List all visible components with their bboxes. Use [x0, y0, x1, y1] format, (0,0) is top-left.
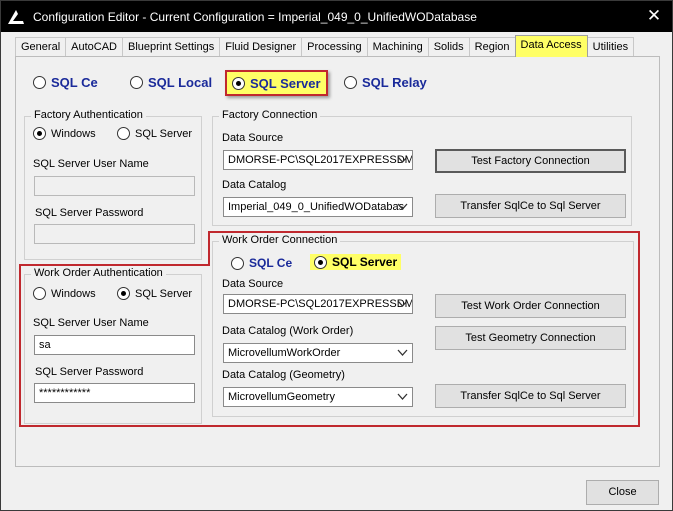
chevron-down-icon — [397, 156, 408, 163]
radio-label: Windows — [51, 127, 96, 140]
test-factory-connection-button[interactable]: Test Factory Connection — [435, 149, 626, 173]
tab-autocad[interactable]: AutoCAD — [65, 37, 123, 57]
factory-source-label: Data Source — [222, 132, 284, 144]
tab-blueprint-settings[interactable]: Blueprint Settings — [122, 37, 221, 57]
tab-machining[interactable]: Machining — [366, 37, 429, 57]
annotation-outline-step — [208, 231, 210, 266]
title-bar: Configuration Editor - Current Configura… — [1, 1, 672, 32]
factory-user-label: SQL Server User Name — [33, 158, 149, 170]
chevron-down-icon — [397, 203, 408, 210]
tab-fluid-designer[interactable]: Fluid Designer — [219, 37, 303, 57]
tab-solids[interactable]: Solids — [427, 37, 470, 57]
radio-sql-server[interactable]: SQL Server — [225, 70, 328, 96]
app-logo-icon — [8, 10, 24, 24]
factory-catalog-label: Data Catalog — [222, 179, 287, 191]
radio-label: SQL Ce — [51, 75, 98, 90]
annotation-outline-top — [208, 231, 640, 233]
radio-indicator — [117, 127, 130, 140]
factory-auth-sqlserver-radio[interactable]: SQL Server — [117, 127, 192, 140]
radio-label: SQL Server — [135, 127, 193, 140]
radio-indicator — [33, 127, 46, 140]
tab-data-access[interactable]: Data Access — [514, 35, 588, 57]
radio-indicator — [33, 76, 46, 89]
window-title: Configuration Editor - Current Configura… — [33, 10, 477, 24]
factory-user-field[interactable] — [34, 176, 195, 196]
combo-value: Imperial_049_0_UnifiedWODatabas — [228, 201, 405, 213]
close-button[interactable]: Close — [586, 480, 659, 505]
group-legend: Factory Connection — [219, 109, 321, 121]
radio-sql-relay[interactable]: SQL Relay — [344, 75, 427, 90]
tab-strip: General AutoCAD Blueprint Settings Fluid… — [15, 35, 635, 57]
factory-catalog-combo[interactable]: Imperial_049_0_UnifiedWODatabas — [223, 197, 413, 217]
radio-label: SQL Relay — [362, 75, 427, 90]
group-legend: Factory Authentication — [31, 109, 146, 121]
radio-indicator — [344, 76, 357, 89]
tab-region[interactable]: Region — [468, 37, 516, 57]
factory-source-combo[interactable]: DMORSE-PC\SQL2017EXPRESSDM — [223, 150, 413, 170]
factory-auth-windows-radio[interactable]: Windows — [33, 127, 96, 140]
radio-sql-local[interactable]: SQL Local — [130, 75, 212, 90]
tab-general[interactable]: General — [15, 37, 67, 57]
data-access-panel: SQL Ce SQL Local SQL Server SQL Relay Fa… — [15, 56, 660, 467]
radio-label: SQL Local — [148, 75, 213, 90]
radio-sql-ce[interactable]: SQL Ce — [33, 75, 98, 90]
tab-processing[interactable]: Processing — [301, 37, 368, 57]
radio-label: SQL Server — [250, 75, 321, 91]
close-icon[interactable]: ✕ — [644, 6, 664, 26]
combo-value: DMORSE-PC\SQL2017EXPRESSDM — [228, 154, 413, 166]
radio-indicator — [232, 76, 245, 90]
annotation-outline-left — [19, 264, 210, 427]
factory-transfer-button[interactable]: Transfer SqlCe to Sql Server — [435, 194, 626, 218]
radio-indicator — [130, 76, 143, 89]
tab-utilities[interactable]: Utilities — [586, 37, 635, 57]
configuration-editor-window: Configuration Editor - Current Configura… — [0, 0, 673, 511]
factory-password-label: SQL Server Password — [35, 207, 144, 219]
